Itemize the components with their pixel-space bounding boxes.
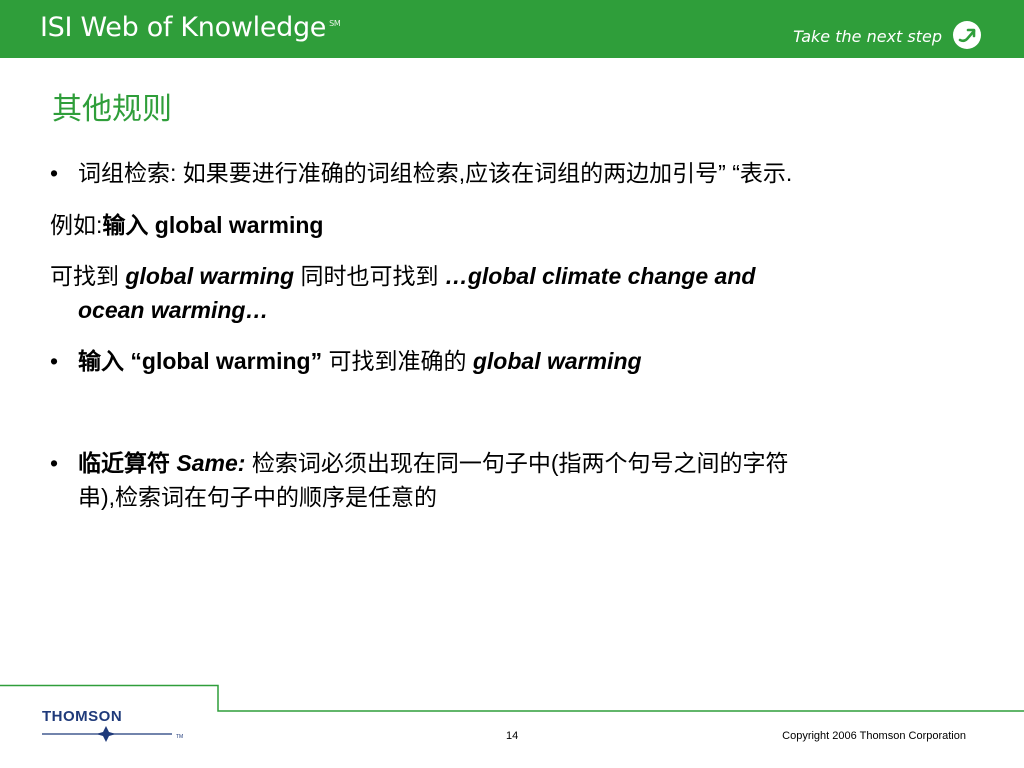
quoted-result: global warming — [472, 348, 642, 374]
finds-mid: 同时也可找到 — [294, 263, 445, 289]
example-prefix: 例如: — [50, 212, 103, 238]
bullet-icon: • — [50, 348, 59, 374]
thomson-logo-text: THOMSON — [42, 708, 122, 725]
finds-line: 可找到 global warming 同时也可找到 …global climat… — [50, 259, 755, 293]
proximity-label: 临近算符 — [78, 450, 177, 476]
trademark-mark: TM — [176, 734, 183, 740]
example-input: 输入 global warming — [102, 212, 324, 238]
bullet-icon: • — [50, 450, 59, 476]
service-mark: SM — [329, 19, 341, 28]
header-tagline: Take the next step — [793, 27, 942, 46]
example-line: 例如:输入 global warming — [50, 208, 323, 242]
quoted-mid: 可找到准确的 — [322, 348, 473, 374]
proximity-operator: Same: — [176, 450, 246, 476]
finds-line-continued: ocean warming… — [78, 293, 268, 327]
finds-term-1: global warming — [125, 263, 295, 289]
header-title: ISI Web of Knowledge SM — [40, 12, 341, 43]
slide-title: 其他规则 — [52, 92, 172, 127]
quoted-input: 输入 “global warming” — [78, 348, 323, 374]
proximity-line-content: 临近算符 Same: 检索词必须出现在同一句子中(指两个句号之间的字符 — [78, 446, 789, 480]
copyright-notice: Copyright 2006 Thomson Corporation — [782, 730, 966, 742]
proximity-text-continued: 串),检索词在句子中的顺序是任意的 — [78, 484, 438, 510]
finds-term-2: …global climate change and — [444, 263, 756, 289]
phrase-search-text: 词组检索: 如果要进行准确的词组检索,应该在词组的两边加引号” “表示. — [78, 160, 793, 186]
finds-prefix: 可找到 — [50, 263, 126, 289]
header-bar: ISI Web of Knowledge SM Take the next ste… — [0, 0, 1024, 58]
page-number: 14 — [506, 730, 519, 742]
proximity-text: 检索词必须出现在同一句子中(指两个句号之间的字符 — [245, 450, 789, 476]
proximity-line-continued: 串),检索词在句子中的顺序是任意的 — [78, 480, 437, 514]
thomson-logo: THOMSON TM — [42, 708, 183, 742]
finds-term-2-continued: ocean warming… — [78, 297, 269, 323]
star-icon — [96, 726, 116, 742]
arrow-circle-icon — [953, 21, 981, 49]
header-title-text: ISI Web of Knowledge — [40, 12, 327, 43]
bullet-icon: • — [50, 160, 59, 186]
quoted-line-content: 输入 “global warming” 可找到准确的 global warmin… — [78, 344, 642, 378]
